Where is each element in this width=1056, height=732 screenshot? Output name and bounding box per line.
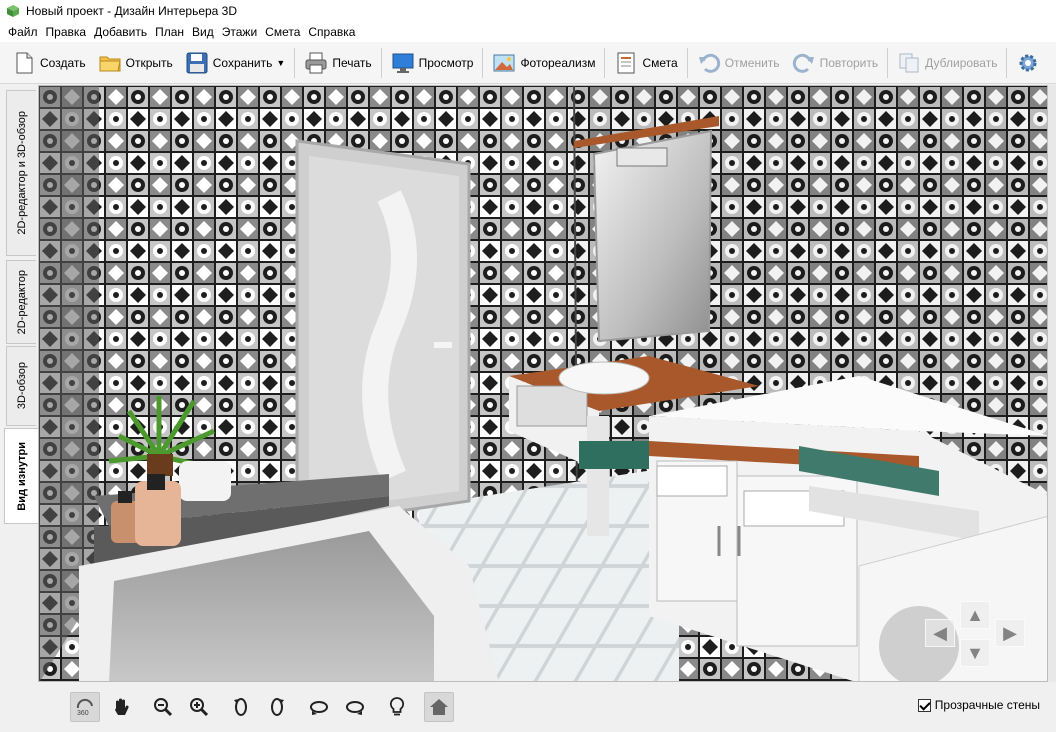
redo-button[interactable]: Повторить [786,47,885,79]
move-down-icon[interactable]: ▼ [960,639,990,667]
estimate-label: Смета [642,55,678,70]
save-dropdown-arrow-icon[interactable]: ▼ [276,58,285,68]
home-icon [430,699,448,715]
title-bar: Новый проект - Дизайн Интерьера 3D [0,0,1056,22]
create-label: Создать [40,55,86,70]
notepad-icon [617,52,635,73]
print-label: Печать [332,55,372,70]
save-label: Сохранить [212,55,273,70]
rotate-360-icon: 360 [76,698,93,717]
estimate-button[interactable]: Смета [608,47,683,79]
tab-3d-view[interactable]: 3D-обзор [6,346,36,426]
photoreal-button[interactable]: Фотореализм [486,47,601,79]
toolbar-separator [686,47,688,78]
menu-plan[interactable]: План [151,25,188,39]
menu-bar: Файл Правка Добавить План Вид Этажи Смет… [0,22,1056,42]
new-document-icon [16,52,33,73]
rotate-360-button[interactable]: 360 [70,692,100,722]
photoreal-label: Фотореализм [520,55,596,70]
move-right-icon[interactable]: ▶ [995,619,1025,647]
home-view-button[interactable] [424,692,454,722]
zoom-out-button[interactable] [148,692,178,722]
menu-edit[interactable]: Правка [42,25,91,39]
pan-hand-button[interactable] [106,692,136,722]
move-up-icon[interactable]: ▲ [960,601,990,629]
undo-label: Отменить [724,55,780,70]
transparent-walls-toggle[interactable]: Прозрачные стены [917,698,1040,712]
tab-label: 2D-редактор [15,269,28,335]
tilt-up-icon [310,701,328,715]
lightbulb-icon [389,697,405,716]
gear-icon [1019,54,1037,71]
navigation-pad: ▲ ◀ ▶ ▼ [925,601,1025,671]
menu-view[interactable]: Вид [188,25,218,39]
toolbar-separator [604,47,606,78]
redo-label: Повторить [819,55,879,70]
folder-icon [99,56,121,71]
tilt-up-button[interactable] [304,692,334,722]
redo-icon [792,53,814,73]
printer-icon [305,52,327,73]
rotate-right-button[interactable] [262,692,292,722]
zoom-in-button[interactable] [184,692,214,722]
monitor-icon [392,53,414,73]
menu-file[interactable]: Файл [4,25,42,39]
window-title: Новый проект - Дизайн Интерьера 3D [26,4,238,18]
tilt-down-button[interactable] [340,692,370,722]
tab-label: 2D-редактор и 3D-обзор [15,111,28,235]
tab-label: 3D-обзор [15,362,28,410]
create-button[interactable]: Создать [6,47,92,79]
tab-inside-view[interactable]: Вид изнутри [4,428,38,524]
toolbar-separator [887,47,889,78]
3d-viewport[interactable]: ▲ ◀ ▶ ▼ [38,85,1048,682]
rotate-right-icon [271,698,284,716]
zoom-out-icon [154,698,173,717]
floppy-disk-icon [186,52,208,73]
bathroom-scene [39,86,1047,681]
duplicate-label: Дублировать [925,55,998,70]
menu-help[interactable]: Справка [304,25,359,39]
tab-2d-editor[interactable]: 2D-редактор [6,260,36,344]
app-icon [7,5,19,17]
toolbar-separator [1006,47,1008,78]
transparent-walls-label: Прозрачные стены [934,698,1040,712]
lighting-button[interactable] [382,692,412,722]
open-button[interactable]: Открыть [92,47,179,79]
hand-icon [115,698,129,715]
move-left-icon[interactable]: ◀ [925,619,955,647]
rotate-left-button[interactable] [226,692,256,722]
tab-label: Вид изнутри [15,441,28,511]
main-toolbar: Создать Открыть Сохранить ▼ Печать Просм… [0,42,1056,84]
undo-icon [698,53,720,73]
preview-label: Просмотр [418,55,474,70]
menu-floors[interactable]: Этажи [218,25,261,39]
rotate-360-text: 360 [77,710,89,717]
toolbar-separator [294,47,296,78]
toolbar-separator [482,47,484,78]
view-mode-tabs: 2D-редактор и 3D-обзор 2D-редактор 3D-об… [0,84,38,732]
settings-button[interactable] [1010,47,1050,79]
rotate-left-icon [234,698,247,716]
tab-2d-editor-and-3d-view[interactable]: 2D-редактор и 3D-обзор [6,90,36,256]
open-label: Открыть [125,55,173,70]
duplicate-button[interactable]: Дублировать [891,47,1003,79]
preview-button[interactable]: Просмотр [385,47,480,79]
toolbar-separator [380,47,382,78]
undo-button[interactable]: Отменить [691,47,786,79]
save-button[interactable]: Сохранить ▼ [179,47,292,79]
zoom-in-icon [190,698,209,717]
menu-estimate[interactable]: Смета [261,25,304,39]
menu-add[interactable]: Добавить [90,25,151,39]
print-button[interactable]: Печать [298,47,377,79]
photo-icon [493,54,515,71]
view-controls-bar: 360 Прозрачные стены [38,682,1056,732]
duplicate-icon [899,53,919,72]
right-scroll-edge [1048,85,1056,682]
tilt-down-icon [346,701,364,715]
transparent-walls-checkbox[interactable] [917,698,931,712]
